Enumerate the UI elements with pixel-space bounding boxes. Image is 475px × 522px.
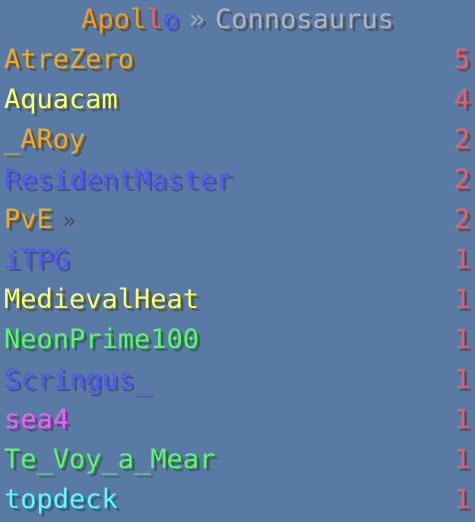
player-name: PvE [4,204,53,235]
network-name-letter: o [162,4,179,35]
scoreboard-row: Scringus_ 1 [0,360,475,400]
network-name-letter: l [146,4,163,35]
player-score: 1 [453,364,470,395]
scoreboard-row: sea4 1 [0,400,475,440]
player-score: 4 [453,84,470,115]
player-name: sea4 [4,404,70,435]
network-name: Apollo [81,0,179,40]
title-separator: » [188,4,206,35]
player-score: 1 [453,404,470,435]
player-name: ResidentMaster [4,164,232,195]
player-name: AtreZero [4,44,135,75]
player-score: 1 [453,284,470,315]
player-score: 2 [453,204,470,235]
player-score: 2 [453,164,470,195]
scoreboard-row: Te_Voy_a_Mear 1 [0,440,475,480]
scoreboard-row: _ARoy 2 [0,120,475,160]
scoreboard-row: MedievalHeat 1 [0,280,475,320]
player-score: 1 [453,484,470,515]
score-list: AtreZero 5 Aquacam 4 _ARoy 2 ResidentMaster 2 Pv… [0,40,475,520]
player-name-group: PvE » [4,200,76,242]
player-suffix: » [62,209,77,234]
player-score: 1 [453,244,470,275]
network-name-letter: o [113,4,130,35]
scoreboard-row: ResidentMaster 2 [0,160,475,200]
player-name: Aquacam [4,84,118,115]
network-name-letter: A [81,4,98,35]
scoreboard-row: Aquacam 4 [0,80,475,120]
player-score: 1 [453,324,470,355]
network-name-letter: l [129,4,147,35]
scoreboard-row: AtreZero 5 [0,40,475,80]
player-name: iTPG [4,244,70,275]
network-name-letter: p [97,4,114,35]
scoreboard-row: PvE » 2 [0,200,475,240]
scoreboard: Apollo » Connosaurus AtreZero 5 Aquacam 4 _A… [0,0,475,522]
player-name: topdeck [4,484,118,515]
player-score: 5 [453,44,470,75]
scoreboard-row: NeonPrime100 1 [0,320,475,360]
player-name: NeonPrime100 [4,324,200,355]
player-name: MedievalHeat [4,284,200,315]
player-score: 2 [453,124,470,155]
player-name: Scringus_ [4,364,151,395]
scoreboard-title: Apollo » Connosaurus [0,0,475,40]
scoreboard-row: topdeck 1 [0,480,475,520]
server-name: Connosaurus [215,4,394,35]
player-score: 1 [453,444,470,475]
scoreboard-row: iTPG 1 [0,240,475,280]
player-name: _ARoy [4,124,86,155]
player-name: Te_Voy_a_Mear [4,444,216,475]
